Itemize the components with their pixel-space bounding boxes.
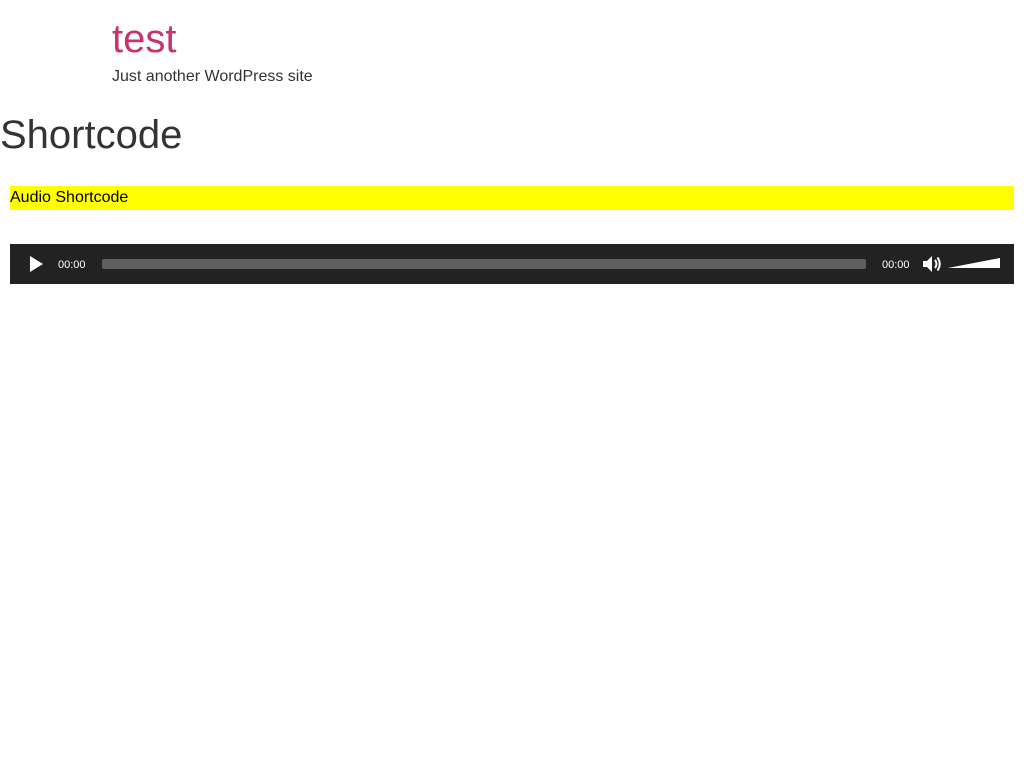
highlighted-text-block: Audio Shortcode	[10, 186, 1014, 210]
duration-time: 00:00	[882, 259, 910, 271]
page-title: Shortcode	[0, 113, 183, 157]
site-title-link[interactable]: test	[112, 16, 313, 62]
site-description: Just another WordPress site	[112, 68, 313, 85]
audio-player: 00:00 00:00	[10, 244, 1014, 284]
play-icon	[30, 256, 43, 272]
speaker-icon	[923, 256, 941, 272]
site-header: test Just another WordPress site	[112, 16, 313, 87]
volume-slider-icon	[948, 258, 1000, 268]
play-button[interactable]	[26, 255, 46, 273]
volume-slider[interactable]	[948, 254, 1002, 274]
mute-button[interactable]	[920, 254, 944, 274]
progress-bar[interactable]	[102, 259, 866, 269]
current-time: 00:00	[58, 259, 86, 271]
